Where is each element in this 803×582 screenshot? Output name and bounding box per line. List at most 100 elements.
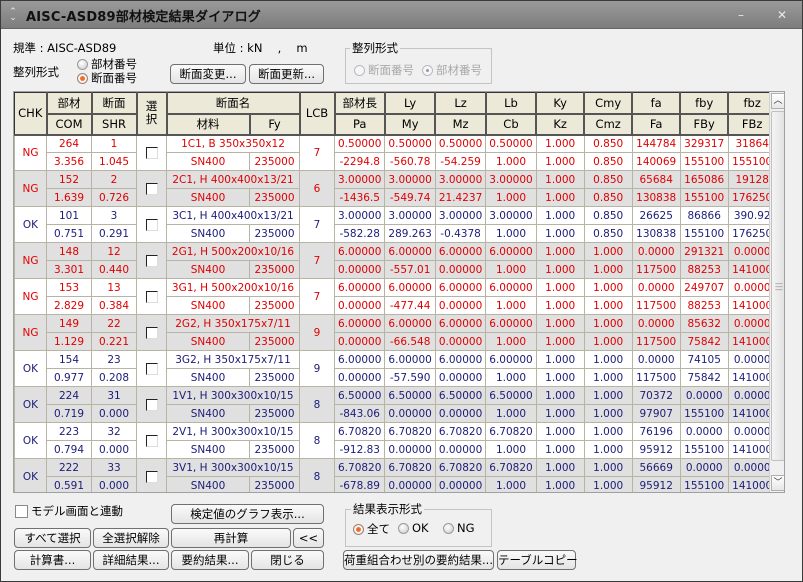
table-row-second-line[interactable]: 0.794 0.000 SN400 235000 -912.83 0.00000 0.000… [15, 440, 777, 459]
pa-value: 0.00000 [333, 260, 386, 279]
table-copy-button[interactable]: テーブルコピー [497, 550, 578, 570]
shr-ratio: 0.291 [91, 224, 137, 243]
kz-value: 1.000 [535, 296, 585, 315]
table-row[interactable]: NG 148 12 2G1, H 500x200x10/16 7 6.00000 6.000… [14, 242, 777, 279]
table-row-second-line[interactable]: 0.591 0.000 SN400 235000 -678.89 0.00000 0.000… [15, 476, 777, 492]
select-checkbox[interactable] [145, 326, 158, 339]
header-section-name[interactable]: 断面名 [166, 92, 301, 115]
member-number: 264 [46, 134, 92, 153]
lz-value: 3.00000 [434, 206, 487, 225]
table-row-second-line[interactable]: 1.639 0.726 SN400 235000 -1436.5 -549.74 21.42… [15, 188, 777, 207]
header-lb[interactable]: Lb [485, 92, 538, 115]
sort-group-radio-member: 部材番号 [422, 62, 482, 78]
table-row-second-line[interactable]: 2.829 0.384 SN400 235000 0.00000 -477.44 0.000… [15, 296, 777, 315]
detail-results-button[interactable]: 詳細結果... [93, 550, 169, 570]
header-cmy[interactable]: Cmy [583, 92, 634, 115]
fby-allow-value: 75842 [679, 368, 729, 387]
header-member-length[interactable]: 部材長 [333, 92, 386, 115]
select-all-button[interactable]: すべて選択 [14, 528, 91, 548]
table-row-second-line[interactable]: 0.719 0.000 SN400 235000 -843.06 0.00000 0.000… [15, 404, 777, 423]
check-result: OK [14, 350, 47, 387]
title-bar[interactable]: ⌃ ⌄ AISC-ASD89部材検定結果ダイアログ – ✕ [1, 1, 802, 29]
header-pa[interactable]: Pa [333, 113, 386, 136]
select-checkbox[interactable] [145, 362, 158, 375]
header-section[interactable]: 断面 [91, 92, 138, 115]
lcb-summary-button[interactable]: 荷重組合わせ別の要約結果... [343, 550, 494, 570]
graph-display-button[interactable]: 検定値のグラフ表示... [171, 504, 324, 524]
table-row[interactable]: OK 154 23 3G2, H 350x175x7/11 9 6.00000 6.0000… [14, 350, 777, 387]
scroll-thumb[interactable]: — — — [771, 111, 784, 461]
header-fa[interactable]: fa [631, 92, 682, 115]
vertical-scrollbar[interactable]: ︿ — — — ﹀ [769, 92, 784, 492]
select-checkbox[interactable] [145, 290, 158, 303]
link-model-checkbox[interactable]: モデル画面と連動 [15, 503, 123, 519]
header-kz[interactable]: Kz [535, 113, 586, 136]
header-ky[interactable]: Ky [535, 92, 586, 115]
cmz-value: 1.000 [583, 296, 633, 315]
lb-value: 0.50000 [485, 134, 537, 153]
select-checkbox[interactable] [145, 254, 158, 267]
header-fby[interactable]: fby [679, 92, 730, 115]
header-select[interactable]: 選択 [136, 92, 168, 136]
table-row-second-line[interactable]: 1.129 0.221 SN400 235000 0.00000 -66.548 0.000… [15, 332, 777, 351]
window-menu-icon[interactable]: ⌃ ⌄ [8, 8, 18, 23]
table-row[interactable]: OK 222 33 3V1, H 300x300x10/15 8 6.70820 6.708… [14, 458, 777, 492]
section-number: 13 [91, 278, 137, 297]
recalculate-button[interactable]: 再計算 [171, 528, 291, 548]
fa-allow-value: 95912 [631, 476, 681, 492]
header-cmz[interactable]: Cmz [583, 113, 634, 136]
header-my[interactable]: My [384, 113, 437, 136]
minimize-icon[interactable]: – [734, 8, 748, 22]
header-ly[interactable]: Ly [384, 92, 437, 115]
select-checkbox[interactable] [145, 182, 158, 195]
header-com[interactable]: COM [46, 113, 93, 136]
radio-selected-icon [422, 64, 433, 76]
header-shr[interactable]: SHR [91, 113, 138, 136]
select-checkbox[interactable] [145, 218, 158, 231]
deselect-all-button[interactable]: 全選択解除 [93, 528, 169, 548]
ly-value: 6.00000 [384, 278, 436, 297]
table-row-second-line[interactable]: 0.751 0.291 SN400 235000 -582.28 289.263 -0.43… [15, 224, 777, 243]
close-button[interactable]: 閉じる [251, 550, 324, 570]
filter-radio-all[interactable]: 全て [353, 521, 390, 537]
header-material[interactable]: 材料 [166, 113, 251, 136]
header-fa-allow[interactable]: Fa [631, 113, 682, 136]
table-row-second-line[interactable]: 3.356 1.045 SN400 235000 -2294.8 -560.78 -54.2… [15, 152, 777, 171]
header-fby-allow[interactable]: FBy [679, 113, 730, 136]
calc-report-button[interactable]: 計算書... [14, 550, 91, 570]
table-row[interactable]: NG 264 1 1C1, B 350x350x12 7 0.50000 0.50000 0.… [14, 134, 777, 171]
close-icon[interactable]: ✕ [775, 8, 789, 22]
collapse-button[interactable]: << [293, 528, 324, 548]
header-fy[interactable]: Fy [249, 113, 301, 136]
table-row-second-line[interactable]: 3.301 0.440 SN400 235000 0.00000 -557.01 0.000… [15, 260, 777, 279]
filter-radio-ng[interactable]: NG [443, 521, 475, 535]
change-section-button[interactable]: 断面変更... [170, 64, 246, 84]
table-row[interactable]: NG 152 2 2C1, H 400x400x13/21 6 3.00000 3.0000… [14, 170, 777, 207]
sort-radio-section[interactable]: 断面番号 [77, 70, 137, 86]
select-checkbox[interactable] [145, 146, 158, 159]
table-row[interactable]: OK 224 31 1V1, H 300x300x10/15 8 6.50000 6.500… [14, 386, 777, 423]
header-lcb[interactable]: LCB [299, 92, 336, 136]
summary-results-button[interactable]: 要約結果... [171, 550, 249, 570]
header-lz[interactable]: Lz [434, 92, 487, 115]
header-mz[interactable]: Mz [434, 113, 487, 136]
header-cb[interactable]: Cb [485, 113, 538, 136]
table-row[interactable]: OK 101 3 3C1, H 400x400x13/21 7 3.00000 3.0000… [14, 206, 777, 243]
update-section-button[interactable]: 断面更新... [249, 64, 324, 84]
select-checkbox[interactable] [145, 470, 158, 483]
scroll-down-icon[interactable]: ﹀ [771, 475, 784, 491]
cmy-value: 1.000 [583, 458, 633, 477]
scroll-up-icon[interactable]: ︿ [771, 93, 784, 109]
table-row[interactable]: NG 153 13 3G1, H 500x200x10/16 7 6.00000 6.000… [14, 278, 777, 315]
header-chk[interactable]: CHK [14, 92, 48, 136]
table-row-second-line[interactable]: 0.977 0.208 SN400 235000 0.00000 -57.590 0.000… [15, 368, 777, 387]
table-row[interactable]: OK 223 32 2V1, H 300x300x10/15 8 6.70820 6.708… [14, 422, 777, 459]
filter-radio-ok[interactable]: OK [398, 521, 429, 535]
select-checkbox[interactable] [145, 398, 158, 411]
table-row[interactable]: NG 149 22 2G2, H 350x175x7/11 9 6.00000 6.0000… [14, 314, 777, 351]
window-title: AISC-ASD89部材検定結果ダイアログ [26, 10, 262, 25]
select-checkbox[interactable] [145, 434, 158, 447]
select-cell [136, 278, 167, 315]
shr-ratio: 1.045 [91, 152, 137, 171]
header-member[interactable]: 部材 [46, 92, 93, 115]
